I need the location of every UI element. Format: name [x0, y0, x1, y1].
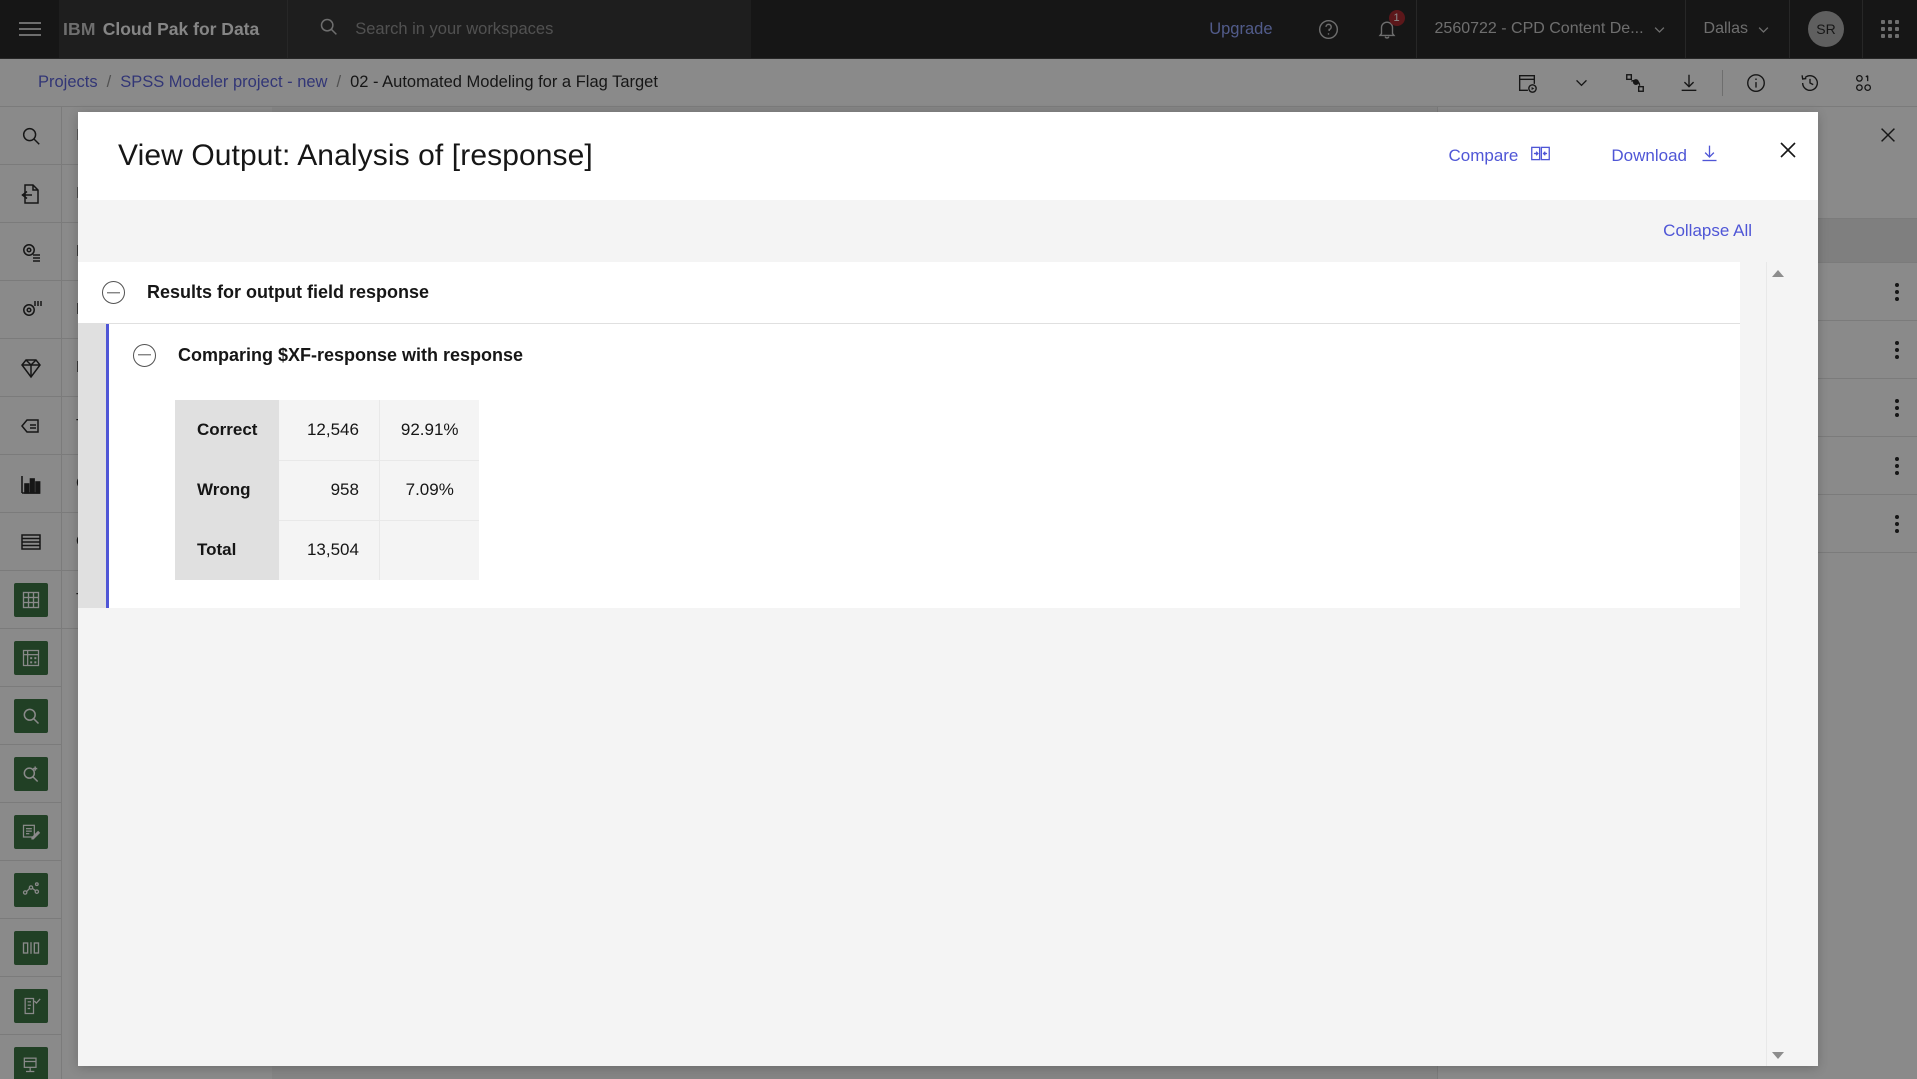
table-row: Total 13,504: [175, 520, 480, 580]
row-percent: [378, 520, 480, 580]
modal-body: Collapse All Results for output field re…: [78, 200, 1818, 1066]
modal-actions: Compare Download: [1418, 112, 1818, 200]
row-count: 13,504: [279, 520, 380, 580]
caret-down-icon[interactable]: [1767, 1044, 1789, 1066]
minus-circle-icon[interactable]: [133, 343, 156, 367]
row-label: Wrong: [175, 460, 280, 520]
collapse-all-button[interactable]: Collapse All: [1663, 221, 1752, 241]
minus-circle-icon[interactable]: [102, 281, 125, 304]
output-card: Results for output field response Compar…: [78, 262, 1740, 608]
output-scroll-area: Results for output field response Compar…: [78, 262, 1818, 1066]
compare-button[interactable]: Compare: [1418, 143, 1581, 169]
compare-label: Compare: [1448, 146, 1519, 165]
section-gutter: [78, 324, 106, 608]
results-section-title: Results for output field response: [147, 282, 430, 302]
results-section-header[interactable]: Results for output field response: [78, 262, 1740, 324]
view-output-modal: View Output: Analysis of [response] Comp…: [78, 112, 1818, 1066]
screen: IBM Cloud Pak for Data Search in your wo…: [0, 0, 1917, 1079]
row-label: Correct: [175, 400, 280, 460]
row-percent: 7.09%: [378, 460, 480, 521]
download-icon: [1699, 143, 1720, 169]
modal-toolbar: Collapse All: [78, 200, 1818, 262]
download-button[interactable]: Download: [1581, 143, 1750, 169]
comparison-section-header[interactable]: Comparing $XF-response with response: [109, 324, 1740, 386]
row-count: 958: [279, 460, 380, 521]
comparison-section: Comparing $XF-response with response Cor…: [78, 324, 1740, 608]
row-percent: 92.91%: [378, 400, 480, 461]
comparison-section-body: Comparing $XF-response with response Cor…: [106, 324, 1740, 608]
results-table: Correct 12,546 92.91% Wrong 958 7.09% To…: [175, 400, 480, 580]
vertical-scrollbar[interactable]: [1766, 262, 1788, 1066]
caret-up-icon[interactable]: [1767, 262, 1789, 284]
comparison-section-title: Comparing $XF-response with response: [178, 344, 524, 365]
modal-header: View Output: Analysis of [response] Comp…: [78, 112, 1818, 200]
download-label: Download: [1611, 146, 1687, 165]
table-row: Correct 12,546 92.91%: [175, 400, 480, 461]
row-count: 12,546: [279, 400, 380, 461]
page-title: View Output: Analysis of [response]: [118, 139, 593, 172]
compare-icon: [1530, 143, 1551, 169]
row-label: Total: [175, 520, 280, 580]
close-icon[interactable]: [1758, 120, 1818, 180]
table-row: Wrong 958 7.09%: [175, 460, 480, 521]
